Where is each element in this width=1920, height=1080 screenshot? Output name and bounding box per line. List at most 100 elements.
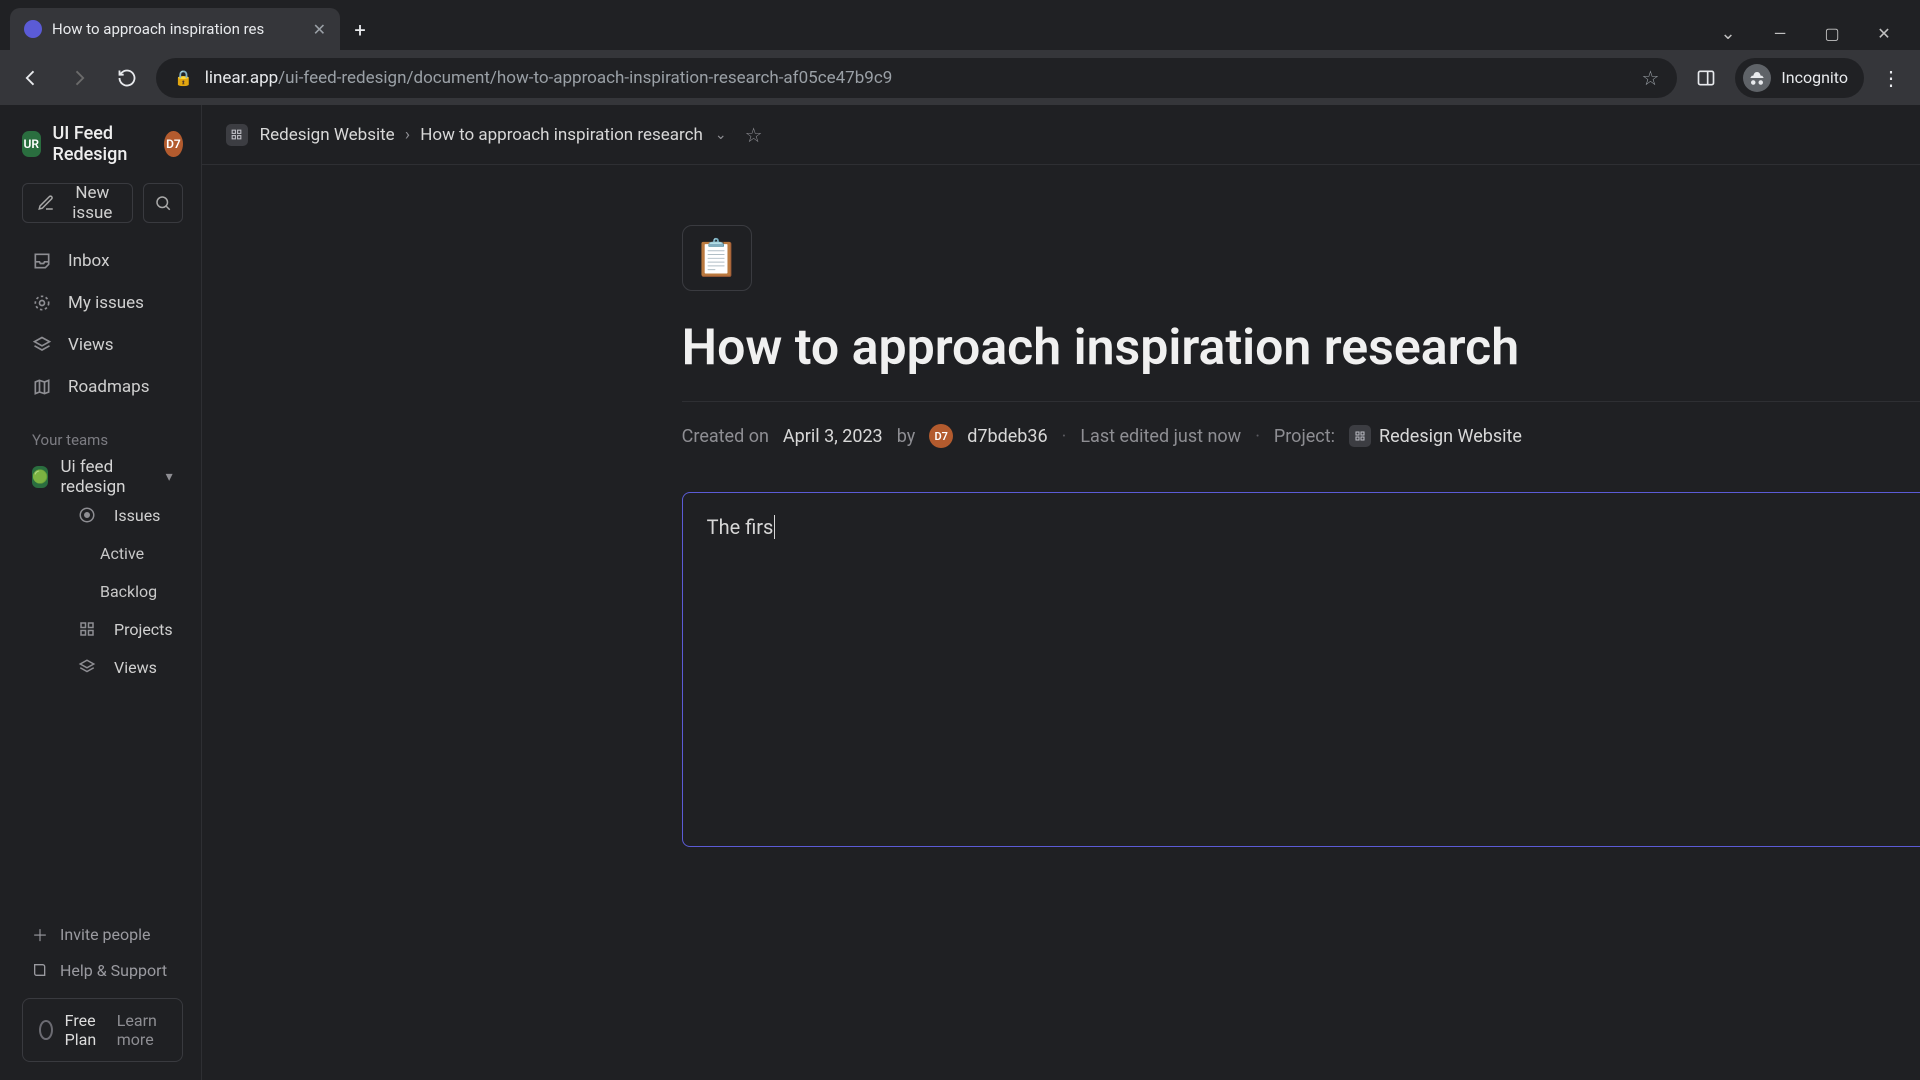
tab-search-icon[interactable]: ⌄ (1714, 23, 1742, 44)
breadcrumb-separator: › (405, 125, 410, 145)
document-meta: Created on April 3, 2023 by D7 d7bdeb36 … (682, 424, 1920, 448)
project-grid-icon (1349, 425, 1371, 447)
url-text: linear.app/ui-feed-redesign/document/how… (205, 68, 893, 88)
editor-text[interactable]: The firs (707, 515, 1920, 795)
team-name: Ui feed redesign (60, 457, 151, 497)
new-tab-button[interactable]: + (344, 14, 376, 46)
tab-strip: How to approach inspiration res ✕ + ⌄ ― … (0, 0, 1920, 50)
browser-chrome: How to approach inspiration res ✕ + ⌄ ― … (0, 0, 1920, 105)
sidebar-item-backlog[interactable]: Backlog (22, 573, 183, 609)
user-avatar[interactable]: D7 (164, 131, 183, 157)
address-bar[interactable]: 🔒 linear.app/ui-feed-redesign/document/h… (156, 58, 1677, 98)
nav-label: Inbox (68, 251, 110, 271)
document-emoji-button[interactable]: 📋 (682, 225, 752, 291)
nav-label: My issues (68, 293, 144, 313)
app-root: UR UI Feed Redesign D7 New issue Inbox (0, 105, 1920, 1080)
sidebar-item-team-views[interactable]: Views (22, 649, 183, 685)
help-support-button[interactable]: Help & Support (22, 952, 183, 988)
clipboard-emoji-icon: 📋 (694, 237, 739, 279)
inbox-icon (32, 251, 54, 271)
minimize-window-icon[interactable]: ― (1766, 24, 1794, 43)
layers-icon (78, 658, 100, 676)
nav-label: Views (114, 658, 157, 677)
breadcrumb-doc[interactable]: How to approach inspiration research (420, 125, 703, 145)
plan-box: Free Plan Learn more (22, 998, 183, 1062)
maximize-window-icon[interactable]: ▢ (1818, 24, 1846, 43)
new-issue-button[interactable]: New issue (22, 183, 133, 223)
book-icon (32, 962, 48, 978)
learn-more-link[interactable]: Learn more (117, 1011, 166, 1049)
nav-label: Roadmaps (68, 377, 149, 397)
browser-tab[interactable]: How to approach inspiration res ✕ (10, 8, 340, 50)
created-prefix: Created on (682, 426, 769, 447)
by-word: by (897, 426, 916, 447)
search-icon (154, 194, 172, 212)
invite-label: Invite people (60, 925, 150, 944)
last-edited: Last edited just now (1080, 426, 1241, 447)
document-inner: 📋 How to approach inspiration research C… (682, 225, 1920, 847)
lock-icon: 🔒 (174, 69, 193, 87)
projects-icon (78, 620, 100, 638)
new-issue-label: New issue (67, 183, 118, 223)
sidebar: UR UI Feed Redesign D7 New issue Inbox (0, 105, 202, 1080)
document-editor[interactable]: The firs (682, 492, 1920, 847)
map-icon (32, 377, 54, 397)
plus-icon: ＋ (32, 922, 48, 946)
back-button[interactable] (12, 59, 50, 97)
reload-button[interactable] (108, 59, 146, 97)
sidebar-item-active[interactable]: Active (22, 535, 183, 571)
invite-people-button[interactable]: ＋ Invite people (22, 916, 183, 952)
author-avatar: D7 (929, 424, 953, 448)
workspace-switcher[interactable]: UR UI Feed Redesign D7 (22, 123, 183, 165)
meta-dot: · (1255, 426, 1260, 447)
plan-ring-icon (39, 1020, 53, 1040)
address-row: 🔒 linear.app/ui-feed-redesign/document/h… (0, 50, 1920, 105)
sidebar-item-roadmaps[interactable]: Roadmaps (22, 367, 183, 407)
nav-label: Backlog (100, 582, 157, 601)
breadcrumb-project[interactable]: Redesign Website (260, 125, 395, 145)
sidebar-item-projects[interactable]: Projects (22, 611, 183, 647)
project-grid-icon (226, 124, 248, 146)
author-name[interactable]: d7bdeb36 (967, 426, 1047, 447)
teams-section-label: Your teams (22, 425, 183, 457)
window-controls: ⌄ ― ▢ ✕ (1714, 23, 1910, 50)
target-icon (32, 293, 54, 313)
nav-label: Views (68, 335, 114, 355)
sidebar-team-row[interactable]: 🟢 Ui feed redesign ▾ (22, 457, 183, 497)
document-title[interactable]: How to approach inspiration research (682, 319, 1920, 402)
close-window-icon[interactable]: ✕ (1870, 24, 1898, 43)
search-button[interactable] (143, 183, 183, 223)
sidebar-item-issues[interactable]: Issues (22, 497, 183, 533)
meta-dot: · (1062, 426, 1067, 447)
side-panel-icon[interactable] (1687, 59, 1725, 97)
issues-icon (78, 506, 100, 524)
project-label: Project: (1274, 426, 1335, 447)
nav-label: Active (100, 544, 144, 563)
topbar: Redesign Website › How to approach inspi… (202, 105, 1920, 165)
workspace-badge: UR (22, 131, 41, 157)
breadcrumb-chevron-icon[interactable]: ⌄ (715, 127, 727, 143)
incognito-label: Incognito (1781, 68, 1848, 87)
workspace-name: UI Feed Redesign (53, 123, 153, 165)
created-date: April 3, 2023 (783, 426, 883, 447)
team-icon: 🟢 (32, 466, 48, 488)
project-link[interactable]: Redesign Website (1349, 425, 1522, 447)
sidebar-item-my-issues[interactable]: My issues (22, 283, 183, 323)
main-area: Redesign Website › How to approach inspi… (202, 105, 1920, 1080)
bookmark-star-icon[interactable]: ☆ (1641, 66, 1659, 90)
incognito-indicator[interactable]: Incognito (1735, 58, 1864, 98)
tab-favicon (24, 20, 42, 38)
favorite-star-icon[interactable]: ☆ (745, 123, 763, 147)
sidebar-item-inbox[interactable]: Inbox (22, 241, 183, 281)
tab-title: How to approach inspiration res (52, 20, 303, 38)
close-tab-icon[interactable]: ✕ (313, 20, 326, 39)
compose-icon (37, 194, 55, 212)
browser-menu-icon[interactable]: ⋮ (1874, 66, 1908, 90)
breadcrumb: Redesign Website › How to approach inspi… (260, 125, 703, 145)
document-scroll[interactable]: 📋 How to approach inspiration research C… (202, 165, 1920, 1080)
forward-button[interactable] (60, 59, 98, 97)
chevron-down-icon: ▾ (166, 469, 173, 485)
project-name: Redesign Website (1379, 426, 1522, 447)
sidebar-item-views[interactable]: Views (22, 325, 183, 365)
help-label: Help & Support (60, 961, 167, 980)
